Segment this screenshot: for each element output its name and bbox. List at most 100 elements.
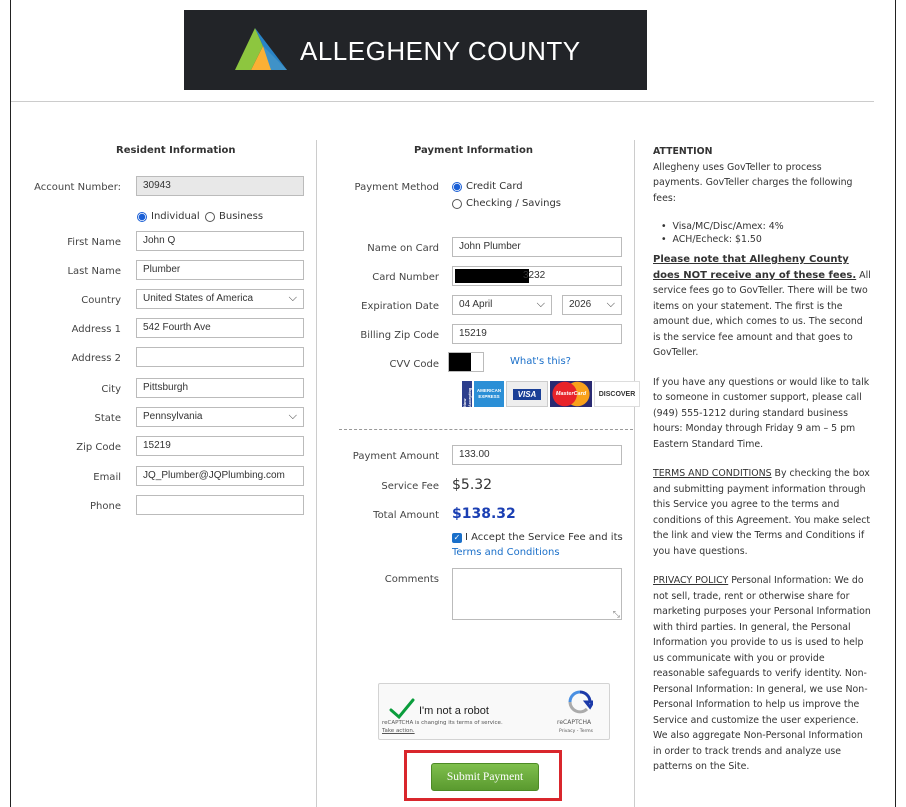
accept-fee-checkbox[interactable]: ✓ (452, 533, 462, 543)
support-text: If you have any questions or would like … (653, 376, 870, 450)
credit-card-radio[interactable] (452, 182, 462, 192)
chevron-down-icon: ⌵ (606, 298, 615, 310)
recaptcha-notice: reCAPTCHA is changing its terms of servi… (382, 720, 503, 726)
address2-field[interactable] (136, 347, 304, 367)
privacy-body: Personal Information: We do not sell, tr… (653, 575, 871, 772)
terms-text: TERMS AND CONDITIONS By checking the box… (653, 466, 873, 559)
fee-item-text: Visa/MC/Disc/Amex: 4% (672, 221, 784, 232)
phone-field[interactable] (136, 495, 304, 515)
card-number-mask (455, 269, 529, 283)
email-label: Email (93, 472, 121, 483)
recaptcha-links[interactable]: Privacy - Terms (559, 729, 593, 734)
attention-heading: ATTENTION (653, 146, 713, 157)
accepted-cards: Now Accepting AMERICAN EXPRESS VISA Mast… (462, 381, 640, 407)
terms-title-link[interactable]: TERMS AND CONDITIONS (653, 468, 772, 479)
country-select[interactable]: United States of America ⌵ (136, 289, 304, 309)
expiration-label: Expiration Date (361, 301, 439, 312)
total-amount-label: Total Amount (373, 510, 439, 521)
first-name-label: First Name (67, 237, 121, 248)
business-label: Business (219, 211, 264, 222)
fees-note: Please note that Allegheny County does N… (653, 252, 873, 361)
section-divider (339, 429, 633, 430)
expiration-year-select[interactable]: 2026 ⌵ (562, 295, 622, 315)
expiration-month-select[interactable]: 04 April ⌵ (452, 295, 552, 315)
zip-label: Zip Code (76, 442, 121, 453)
discover-text: DISCOVER (598, 390, 636, 398)
chevron-down-icon: ⌵ (288, 410, 297, 422)
expiration-year-value: 2026 (569, 299, 592, 310)
fee-item-text: ACH/Echeck: $1.50 (672, 234, 762, 245)
individual-label: Individual (151, 211, 200, 222)
banner-title: ALLEGHENY COUNTY (300, 36, 581, 66)
zip-field[interactable]: 15219 (136, 436, 304, 456)
terms-link[interactable]: Terms and Conditions (452, 547, 560, 558)
attention-intro: Allegheny uses GovTeller to process paym… (653, 161, 853, 204)
mastercard-logo-icon: MasterCard (550, 381, 592, 407)
email-field[interactable]: JQ_Plumber@JQPlumbing.com (136, 466, 304, 486)
header-banner: ALLEGHENY COUNTY (184, 10, 647, 90)
last-name-label: Last Name (67, 266, 121, 277)
privacy-text: PRIVACY POLICY Personal Information: We … (653, 573, 873, 775)
address2-label: Address 2 (71, 353, 121, 364)
privacy-title-link[interactable]: PRIVACY POLICY (653, 575, 728, 586)
fee-item: • ACH/Echeck: $1.50 (661, 234, 762, 245)
country-value: United States of America (143, 293, 254, 304)
chevron-down-icon: ⌵ (288, 292, 297, 304)
resident-heading: Resident Information (116, 145, 236, 156)
last-name-field[interactable]: Plumber (136, 260, 304, 280)
cvv-label: CVV Code (389, 359, 439, 370)
billing-zip-field[interactable]: 15219 (452, 324, 622, 344)
name-on-card-label: Name on Card (367, 243, 439, 254)
amex-text: AMERICAN EXPRESS (476, 388, 502, 399)
column-divider (316, 140, 317, 807)
page-frame: ALLEGHENY COUNTY Resident Information Ac… (10, 0, 896, 807)
header-divider (11, 101, 874, 102)
whats-this-link[interactable]: What's this? (510, 356, 571, 367)
service-fee-value: $5.32 (452, 477, 493, 493)
checkmark-icon (389, 698, 415, 720)
phone-label: Phone (90, 501, 121, 512)
submit-payment-button[interactable]: Submit Payment (431, 763, 539, 791)
card-number-field[interactable]: 3232 (452, 266, 622, 286)
comments-textarea[interactable]: ⤡ (452, 568, 622, 620)
credit-card-label: Credit Card (466, 181, 523, 192)
individual-radio[interactable] (137, 212, 147, 222)
card-number-suffix: 3232 (523, 270, 546, 281)
mastercard-text: MasterCard (555, 391, 587, 397)
submit-highlight: Submit Payment (404, 750, 562, 801)
card-number-label: Card Number (372, 272, 439, 283)
account-number-field: 30943 (136, 176, 304, 196)
checking-radio[interactable] (452, 199, 462, 209)
amex-logo-icon: AMERICAN EXPRESS (474, 381, 504, 407)
comments-label: Comments (384, 574, 439, 585)
cvv-field[interactable] (448, 352, 484, 372)
address1-field[interactable]: 542 Fourth Ave (136, 318, 304, 338)
recaptcha-widget[interactable]: I'm not a robot reCAPTCHA is changing it… (378, 683, 610, 740)
state-select[interactable]: Pennsylvania ⌵ (136, 407, 304, 427)
state-label: State (94, 413, 121, 424)
recaptcha-label: I'm not a robot (419, 705, 489, 717)
attention-panel: ATTENTION Allegheny uses GovTeller to pr… (653, 144, 873, 775)
county-logo-icon (235, 28, 287, 70)
now-accepting-tag: Now Accepting (462, 381, 472, 407)
first-name-field[interactable]: John Q (136, 231, 304, 251)
name-on-card-field[interactable]: John Plumber (452, 237, 622, 257)
terms-body: By checking the box and submitting payme… (653, 468, 871, 557)
total-amount-value: $138.32 (452, 506, 516, 522)
service-fee-label: Service Fee (381, 481, 439, 492)
business-radio[interactable] (205, 212, 215, 222)
recaptcha-action-link[interactable]: Take action. (382, 728, 415, 734)
city-label: City (101, 384, 121, 395)
country-label: Country (81, 295, 121, 306)
column-divider (634, 140, 635, 807)
expiration-month-value: 04 April (459, 299, 493, 310)
cvv-mask (449, 353, 471, 371)
resize-handle-icon[interactable]: ⤡ (613, 608, 620, 619)
account-number-label: Account Number: (34, 182, 121, 193)
city-field[interactable]: Pittsburgh (136, 378, 304, 398)
now-accepting-text: Now Accepting (462, 387, 472, 407)
fee-item: • Visa/MC/Disc/Amex: 4% (661, 221, 784, 232)
payment-heading: Payment Information (414, 145, 533, 156)
billing-zip-label: Billing Zip Code (360, 330, 439, 341)
payment-amount-field[interactable]: 133.00 (452, 445, 622, 465)
